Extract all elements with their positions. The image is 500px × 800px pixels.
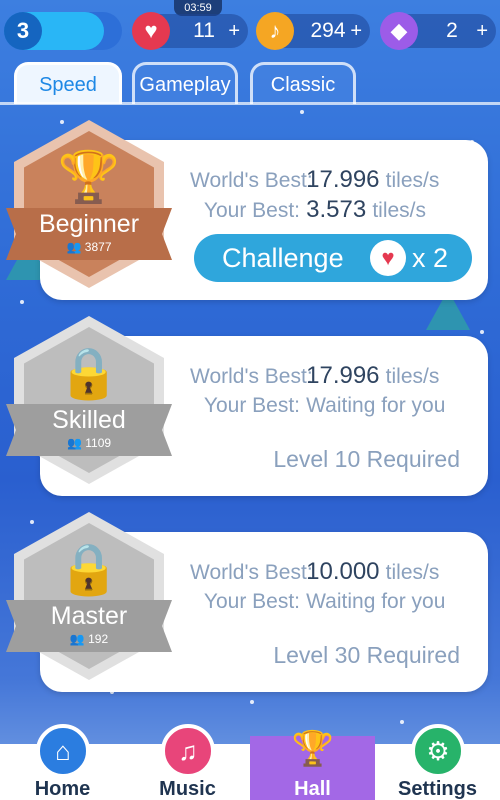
player-count-value: 1109 bbox=[85, 436, 112, 450]
nav-home[interactable]: ⌂ Home bbox=[0, 724, 125, 800]
home-icon: ⌂ bbox=[36, 724, 90, 778]
your-best-row: Your Best: Waiting for you bbox=[190, 392, 480, 418]
player-count-value: 192 bbox=[88, 632, 109, 646]
your-best-unit: tiles/s bbox=[372, 199, 426, 222]
nav-hall-label: Hall bbox=[294, 778, 331, 800]
level-badge: 3 bbox=[4, 12, 42, 50]
trophy-icon: 🏆 bbox=[291, 730, 335, 768]
lock-icon: 🔒 bbox=[57, 345, 121, 401]
beginner-badge: 🏆 Beginner 👥 3877 bbox=[6, 120, 172, 288]
nav-hall[interactable]: 🏆 Hall bbox=[250, 730, 375, 800]
challenge-cost: x 2 bbox=[412, 243, 449, 273]
nav-settings-label: Settings bbox=[398, 778, 477, 800]
players-icon: 👥 bbox=[69, 632, 85, 646]
add-lives-button[interactable]: + bbox=[228, 14, 240, 48]
notes-counter[interactable]: ♪ 294 + bbox=[256, 12, 370, 50]
music-note-icon: ♪ bbox=[256, 12, 294, 50]
trophy-icon: 🏆 bbox=[57, 149, 121, 205]
worlds-best-value: 17.996 bbox=[306, 362, 380, 389]
notes-value: 294 bbox=[310, 19, 346, 42]
nav-music-label: Music bbox=[159, 778, 216, 800]
badge-name: Skilled bbox=[52, 406, 126, 434]
worlds-best-unit: tiles/s bbox=[385, 169, 440, 192]
lives-counter[interactable]: ♥ 11 + bbox=[132, 12, 248, 50]
your-best-label: Your Best: bbox=[203, 590, 300, 613]
skilled-badge: 🔒 Skilled 👥 1109 bbox=[6, 316, 172, 484]
lives-value: 11 bbox=[193, 19, 215, 42]
worlds-best-row: World's Best: 10.000 tiles/s bbox=[190, 558, 480, 586]
worlds-best-label: World's Best: bbox=[190, 169, 313, 192]
level-requirement: Level 30 Required bbox=[273, 642, 460, 668]
worlds-best-row: World's Best: 17.996 tiles/s bbox=[190, 362, 480, 390]
players-icon: 👥 bbox=[66, 240, 82, 254]
add-gems-button[interactable]: + bbox=[476, 14, 488, 48]
add-notes-button[interactable]: + bbox=[350, 14, 362, 48]
worlds-best-value: 10.000 bbox=[306, 558, 380, 585]
players-icon: 👥 bbox=[66, 436, 82, 450]
tab-gameplay[interactable]: Gameplay bbox=[132, 62, 238, 104]
your-best-value: Waiting for you bbox=[306, 394, 446, 417]
worlds-best-unit: tiles/s bbox=[385, 365, 440, 388]
worlds-best-value: 17.996 bbox=[306, 166, 380, 193]
badge-name: Master bbox=[50, 602, 128, 630]
your-best-label: Your Best: bbox=[203, 199, 300, 222]
gems-value: 2 bbox=[446, 19, 458, 42]
level-requirement: Level 10 Required bbox=[273, 446, 460, 472]
nav-home-label: Home bbox=[34, 778, 91, 800]
your-best-label: Your Best: bbox=[203, 394, 300, 417]
tab-speed[interactable]: Speed bbox=[14, 62, 122, 104]
master-badge: 🔒 Master 👥 192 bbox=[6, 512, 172, 680]
player-count-value: 3877 bbox=[84, 240, 112, 254]
gear-icon: ⚙ bbox=[411, 724, 465, 778]
nav-settings[interactable]: ⚙ Settings bbox=[375, 724, 500, 800]
top-status-bar: 03:59 3 ♥ 11 + ♪ 294 + ◆ 2 + bbox=[0, 0, 500, 52]
worlds-best-row: World's Best: 17.996 tiles/s bbox=[190, 166, 480, 194]
player-count: 👥 192 bbox=[14, 632, 164, 646]
player-count: 👥 3877 bbox=[14, 240, 164, 254]
your-best-value: Waiting for you bbox=[306, 590, 446, 613]
gems-counter[interactable]: ◆ 2 + bbox=[380, 12, 496, 50]
tab-divider bbox=[0, 102, 500, 105]
worlds-best-label: World's Best: bbox=[190, 561, 313, 584]
lock-icon: 🔒 bbox=[57, 541, 121, 597]
challenge-label: Challenge bbox=[222, 243, 344, 273]
heart-icon: ♥ bbox=[370, 240, 406, 276]
player-count: 👥 1109 bbox=[14, 436, 164, 450]
tab-classic[interactable]: Classic bbox=[250, 62, 356, 104]
your-best-value: 3.573 bbox=[306, 196, 367, 223]
nav-music[interactable]: ♫ Music bbox=[125, 724, 250, 800]
your-best-row: Your Best: 3.573 tiles/s bbox=[190, 196, 480, 224]
heart-icon: ♥ bbox=[132, 12, 170, 50]
music-icon: ♫ bbox=[161, 724, 215, 778]
badge-name: Beginner bbox=[38, 210, 140, 238]
challenge-button[interactable]: Challenge ♥ x 2 bbox=[194, 234, 472, 282]
gem-icon: ◆ bbox=[380, 12, 418, 50]
worlds-best-label: World's Best: bbox=[190, 365, 313, 388]
your-best-row: Your Best: Waiting for you bbox=[190, 588, 480, 614]
worlds-best-unit: tiles/s bbox=[385, 561, 440, 584]
